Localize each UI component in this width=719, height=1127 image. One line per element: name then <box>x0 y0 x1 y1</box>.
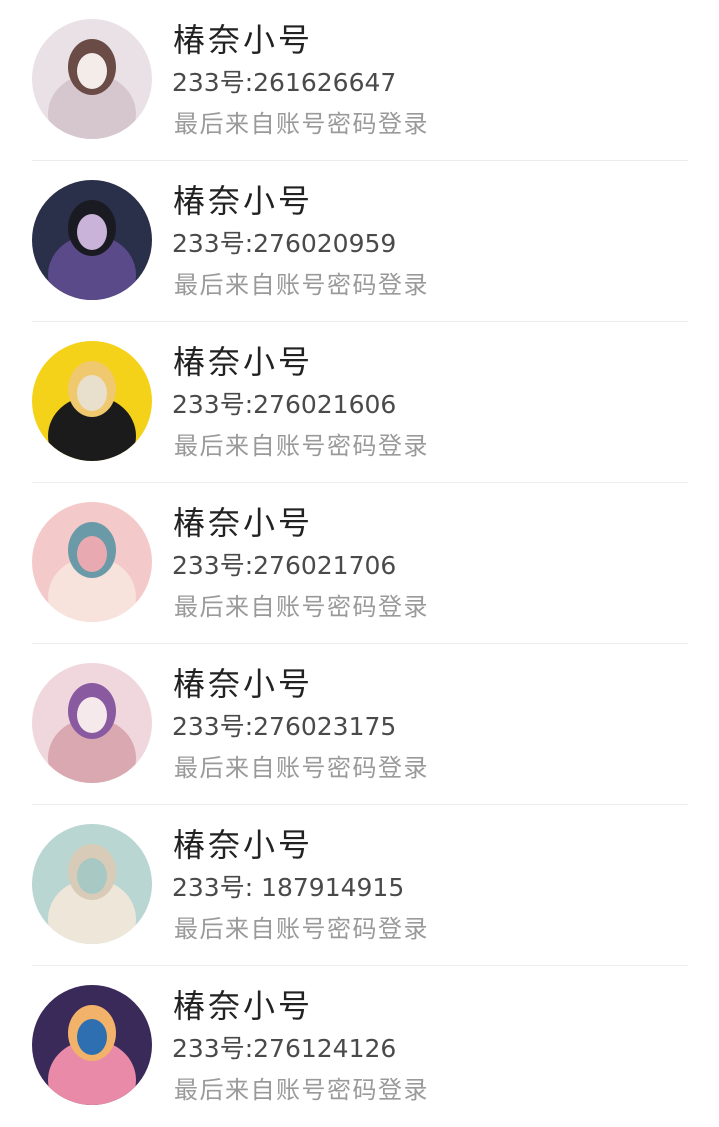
account-nickname: 椿奈小号 <box>173 182 314 220</box>
account-last-login: 最后来自账号密码登录 <box>174 432 429 460</box>
account-row[interactable]: 椿奈小号 233号:276021706 最后来自账号密码登录 <box>0 483 719 644</box>
account-row[interactable]: 椿奈小号 233号: 187914915 最后来自账号密码登录 <box>0 805 719 966</box>
account-last-login: 最后来自账号密码登录 <box>174 593 429 621</box>
account-last-login: 最后来自账号密码登录 <box>174 110 429 138</box>
account-nickname: 椿奈小号 <box>173 665 314 703</box>
avatar <box>32 985 152 1105</box>
avatar <box>32 341 152 461</box>
account-uid: 233号:276021706 <box>172 551 397 580</box>
avatar <box>32 824 152 944</box>
account-list: 椿奈小号 233号:261626647 最后来自账号密码登录 椿奈小号 233号… <box>0 0 719 1127</box>
avatar <box>32 502 152 622</box>
account-last-login: 最后来自账号密码登录 <box>174 1076 429 1104</box>
account-last-login: 最后来自账号密码登录 <box>174 915 429 943</box>
account-last-login: 最后来自账号密码登录 <box>174 754 429 782</box>
account-row[interactable]: 椿奈小号 233号:276124126 最后来自账号密码登录 <box>0 966 719 1127</box>
account-row[interactable]: 椿奈小号 233号:276020959 最后来自账号密码登录 <box>0 161 719 322</box>
account-nickname: 椿奈小号 <box>173 343 314 381</box>
account-uid: 233号:276023175 <box>172 712 397 741</box>
account-nickname: 椿奈小号 <box>173 826 314 864</box>
account-uid: 233号:276021606 <box>172 390 397 419</box>
avatar <box>32 180 152 300</box>
account-last-login: 最后来自账号密码登录 <box>174 271 429 299</box>
account-nickname: 椿奈小号 <box>173 987 314 1025</box>
account-row[interactable]: 椿奈小号 233号:276021606 最后来自账号密码登录 <box>0 322 719 483</box>
account-uid: 233号:276020959 <box>172 229 397 258</box>
account-uid: 233号:261626647 <box>172 68 397 97</box>
account-uid: 233号:276124126 <box>172 1034 397 1063</box>
account-uid: 233号: 187914915 <box>172 873 405 902</box>
account-nickname: 椿奈小号 <box>173 21 314 59</box>
avatar <box>32 19 152 139</box>
account-row[interactable]: 椿奈小号 233号:276023175 最后来自账号密码登录 <box>0 644 719 805</box>
account-nickname: 椿奈小号 <box>173 504 314 542</box>
avatar <box>32 663 152 783</box>
account-row[interactable]: 椿奈小号 233号:261626647 最后来自账号密码登录 <box>0 0 719 161</box>
